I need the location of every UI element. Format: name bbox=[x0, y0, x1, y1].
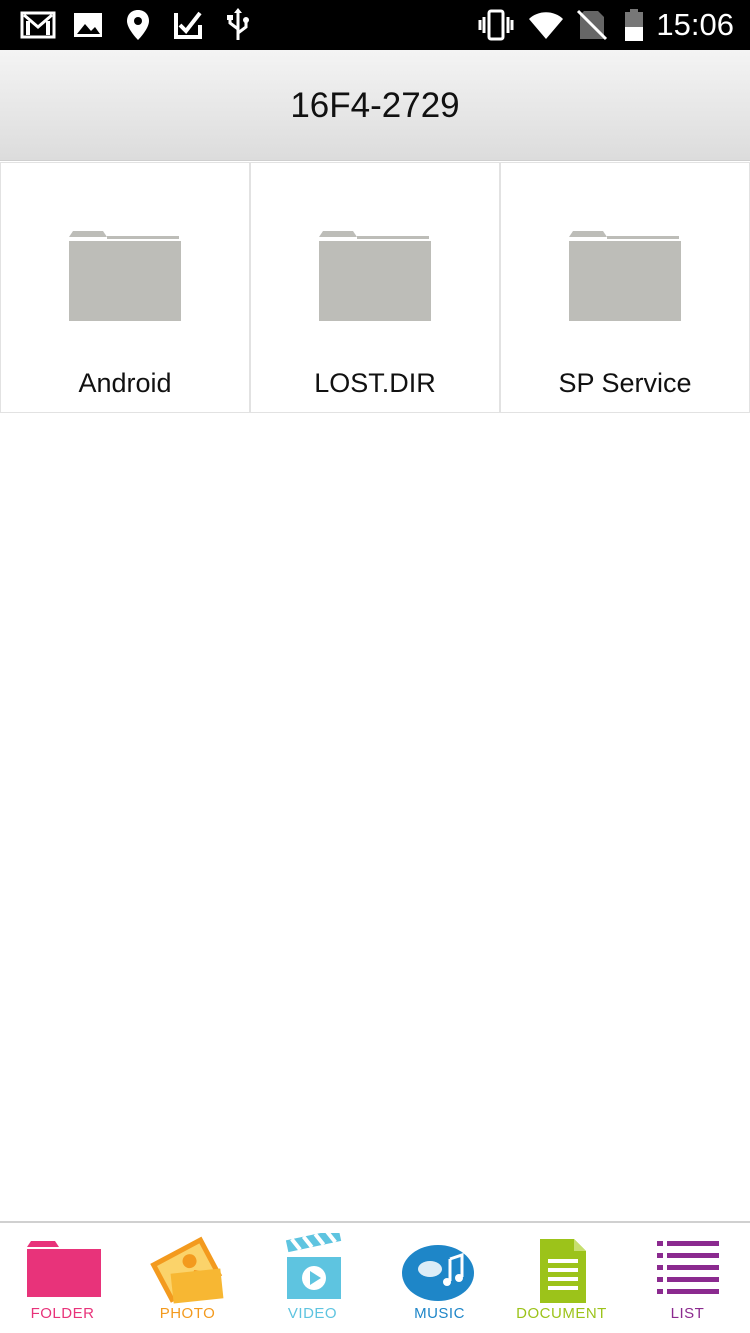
nav-label: LIST bbox=[670, 1305, 705, 1322]
nav-item-folder[interactable]: FOLDER bbox=[0, 1223, 125, 1333]
folder-icon bbox=[26, 1241, 101, 1297]
folder-label: LOST.DIR bbox=[314, 368, 436, 398]
video-icon bbox=[285, 1233, 341, 1299]
wifi-icon bbox=[529, 12, 563, 39]
folder-item-android[interactable]: Android bbox=[0, 162, 250, 413]
folder-label: Android bbox=[78, 368, 172, 398]
folder-item-lost-dir[interactable]: LOST.DIR bbox=[250, 162, 500, 413]
folder-item-sp-service[interactable]: SP Service bbox=[500, 162, 750, 413]
nav-label: VIDEO bbox=[287, 1305, 338, 1322]
status-time: 15:06 bbox=[656, 7, 734, 42]
nav-label: FOLDER bbox=[30, 1305, 95, 1322]
nav-item-document[interactable]: DOCUMENT bbox=[499, 1223, 624, 1333]
folder-icon bbox=[69, 231, 181, 321]
status-bar: 15:06 bbox=[0, 0, 750, 50]
usb-icon bbox=[227, 8, 249, 40]
page-title: 16F4-2729 bbox=[290, 86, 460, 125]
folder-grid: Android LOST.DIR SP Service bbox=[0, 162, 750, 413]
title-bar: 16F4-2729 bbox=[0, 50, 750, 161]
gmail-icon bbox=[20, 11, 56, 39]
nav-item-music[interactable]: MUSIC bbox=[377, 1223, 502, 1333]
location-icon bbox=[127, 10, 149, 40]
folder-icon bbox=[569, 231, 681, 321]
nav-label: MUSIC bbox=[414, 1305, 465, 1322]
nav-label: PHOTO bbox=[159, 1305, 216, 1322]
list-icon bbox=[656, 1241, 719, 1294]
no-sim-icon bbox=[576, 9, 608, 41]
bottom-nav: FOLDER PHOTO VIDEO MUSIC DOCUMENT LIST bbox=[0, 1221, 750, 1333]
document-icon bbox=[539, 1239, 586, 1303]
battery-icon bbox=[625, 9, 643, 41]
nav-item-photo[interactable]: PHOTO bbox=[125, 1223, 250, 1333]
check-app-icon bbox=[174, 11, 202, 39]
image-icon bbox=[74, 13, 102, 37]
nav-item-video[interactable]: VIDEO bbox=[250, 1223, 375, 1333]
nav-label: DOCUMENT bbox=[516, 1305, 607, 1322]
photo-icon bbox=[149, 1236, 223, 1304]
nav-item-list[interactable]: LIST bbox=[625, 1223, 750, 1333]
folder-label: SP Service bbox=[558, 368, 692, 398]
folder-icon bbox=[319, 231, 431, 321]
music-icon bbox=[401, 1245, 474, 1301]
vibrate-icon bbox=[478, 9, 514, 41]
